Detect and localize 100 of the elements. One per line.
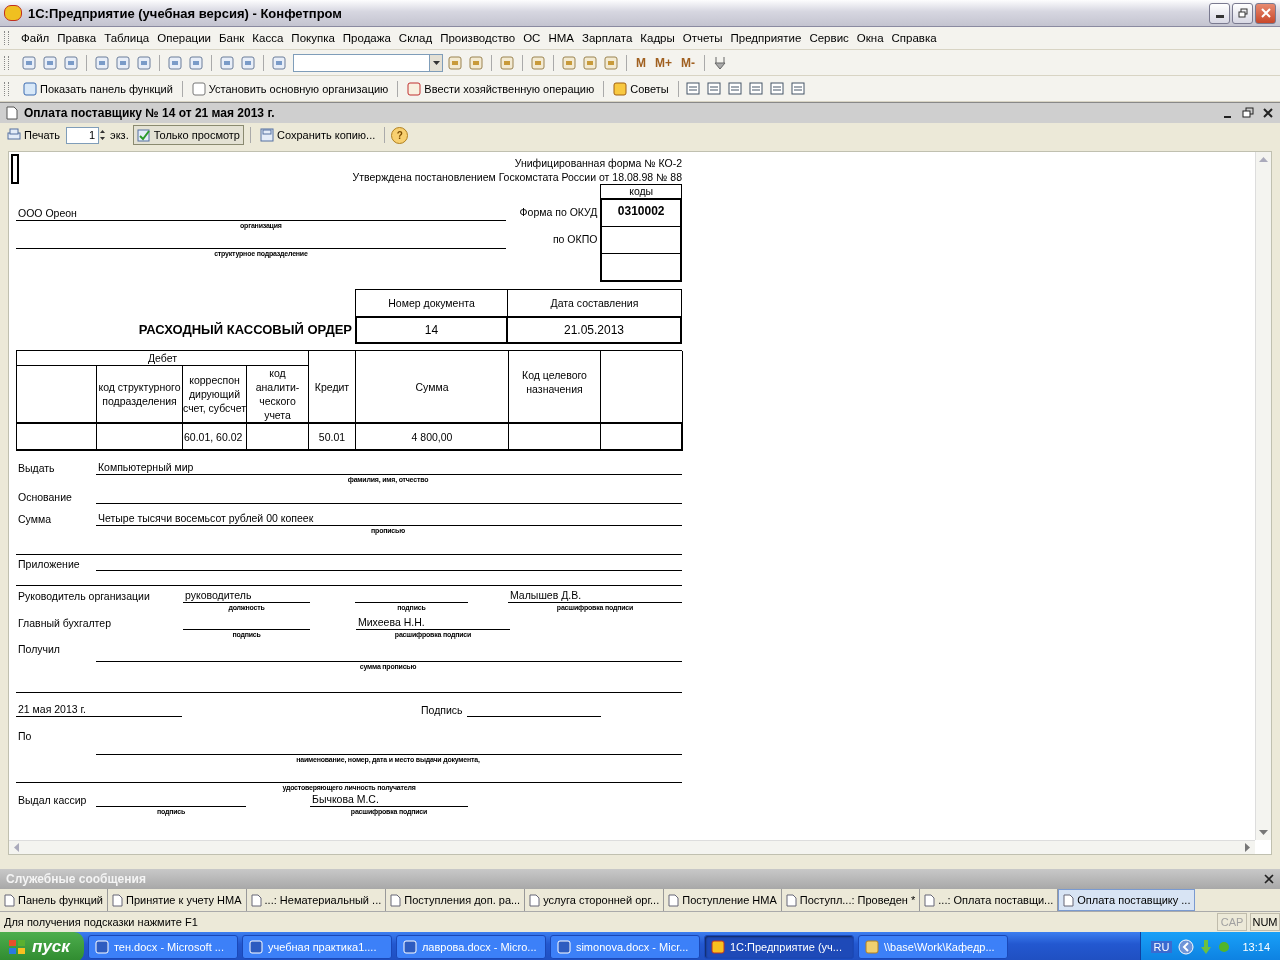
window-title: 1С:Предприятие (учебная версия) - Конфетпром bbox=[28, 5, 343, 21]
menu-item[interactable]: Отчеты bbox=[678, 32, 727, 44]
save-copy-button[interactable]: Сохранить копию... bbox=[257, 126, 379, 144]
key-indicator: CAP bbox=[1217, 913, 1247, 931]
window-tab[interactable]: Поступл...: Проведен * bbox=[781, 889, 921, 911]
menu-item[interactable]: ОС bbox=[519, 32, 545, 44]
table-header-cell: корреспон дирующий счет, субсчет bbox=[183, 366, 247, 423]
field-label: Сумма bbox=[17, 512, 52, 526]
close-icon[interactable] bbox=[1262, 107, 1274, 119]
taskbar-button[interactable]: тен.docx - Microsoft ... bbox=[87, 935, 238, 959]
view-only-toggle[interactable]: Только просмотр bbox=[132, 125, 244, 145]
table-cell: 21.05.2013 bbox=[508, 316, 682, 344]
table-header-cell: Сумма bbox=[356, 351, 509, 423]
close-icon bbox=[1260, 8, 1271, 18]
toolbar-button[interactable]: Ввести хозяйственную операцию bbox=[404, 79, 598, 98]
window-tab[interactable]: Оплата поставщику ... bbox=[1058, 889, 1196, 911]
signer-name: Малышев Д.В. bbox=[508, 589, 682, 603]
field-label: Главный бухгалтер bbox=[17, 616, 112, 630]
clock: 13:14 bbox=[1242, 941, 1270, 953]
field-label: Получил bbox=[17, 642, 61, 656]
menu-item[interactable]: Продажа bbox=[338, 32, 395, 44]
search-field[interactable] bbox=[293, 53, 430, 72]
restore-icon[interactable] bbox=[1242, 107, 1254, 119]
status-dot-icon[interactable] bbox=[1218, 941, 1231, 953]
table-header-cell: код аналити-ческого учета bbox=[247, 366, 309, 423]
table-cell: 14 bbox=[355, 316, 508, 344]
copies-unit: экз. bbox=[110, 129, 129, 141]
grip-icon bbox=[4, 55, 9, 70]
taskbar-button[interactable]: лаврова.docx - Micro... bbox=[395, 935, 546, 959]
close-button[interactable] bbox=[1255, 2, 1276, 24]
menu-item[interactable]: Сервис bbox=[805, 32, 853, 44]
okud-code: 0310002 bbox=[602, 200, 680, 227]
scroll-down-icon[interactable] bbox=[1259, 830, 1268, 836]
toolbar-button[interactable]: Установить основную организацию bbox=[188, 79, 392, 98]
down-arrow-icon[interactable] bbox=[1200, 939, 1213, 955]
table-cell: 4 800,00 bbox=[356, 423, 509, 451]
start-button[interactable]: пуск bbox=[0, 932, 84, 960]
menu-item[interactable]: Предприятие bbox=[726, 32, 806, 44]
language-indicator[interactable]: RU bbox=[1150, 941, 1173, 953]
panel-title: Служебные сообщения bbox=[6, 872, 146, 886]
window-tab[interactable]: Поступление НМА bbox=[664, 889, 782, 911]
print-button[interactable]: Печать bbox=[4, 126, 64, 144]
menu-item[interactable]: Банк bbox=[215, 32, 249, 44]
window-tab[interactable]: Панель функций bbox=[0, 889, 108, 911]
memory-button[interactable]: M bbox=[633, 55, 649, 70]
window-tab[interactable]: Принятие к учету НМА bbox=[107, 889, 247, 911]
codes-header: коды bbox=[600, 184, 682, 198]
menu-item[interactable]: Правка bbox=[53, 32, 101, 44]
menu-item[interactable]: Касса bbox=[248, 32, 288, 44]
table-header-cell: Номер документа bbox=[355, 289, 508, 316]
table-header-cell: Кредит bbox=[309, 351, 356, 423]
chevron-icon[interactable] bbox=[1178, 939, 1195, 955]
menu-item[interactable]: Файл bbox=[17, 32, 54, 44]
scroll-right-icon[interactable] bbox=[1245, 843, 1251, 852]
menu-item[interactable]: Кадры bbox=[636, 32, 679, 44]
window-tab[interactable]: Поступления доп. ра... bbox=[386, 889, 526, 911]
toolbar-button[interactable]: Советы bbox=[610, 79, 672, 98]
minimize-icon bbox=[1215, 15, 1224, 18]
grip-icon bbox=[4, 31, 9, 45]
vertical-scrollbar[interactable] bbox=[1255, 152, 1271, 840]
field-label: Выдал кассир bbox=[17, 793, 88, 807]
close-icon[interactable] bbox=[1264, 874, 1274, 884]
memory-button[interactable]: M+ bbox=[652, 55, 675, 70]
key-indicator: NUM bbox=[1250, 913, 1280, 931]
menu-item[interactable]: Склад bbox=[394, 32, 437, 44]
toolbar-button[interactable]: Показать панель функций bbox=[20, 79, 176, 98]
window-tab[interactable]: ...: Нематериальный ... bbox=[246, 889, 387, 911]
menu-item[interactable]: Справка bbox=[887, 32, 941, 44]
scroll-left-icon[interactable] bbox=[13, 843, 19, 852]
menu-item[interactable]: Производство bbox=[436, 32, 520, 44]
copies-field[interactable]: 1 bbox=[66, 126, 100, 144]
window-tab[interactable]: услуга сторонней орг... bbox=[525, 889, 665, 911]
caret-icon bbox=[432, 60, 440, 65]
form-header-text: Утверждена постановлением Госкомстата России от 18.08.98 № 88 bbox=[351, 170, 682, 184]
table-header-cell: Дата составления bbox=[508, 289, 682, 316]
minimize-button[interactable] bbox=[1209, 2, 1230, 24]
okud-label: Форма по ОКУД bbox=[519, 206, 598, 220]
scroll-up-icon[interactable] bbox=[1259, 156, 1268, 162]
okpo-label: по ОКПО bbox=[552, 233, 598, 245]
restore-button[interactable] bbox=[1232, 2, 1253, 24]
menu-item[interactable]: Окна bbox=[852, 32, 888, 44]
menu-item[interactable]: Покупка bbox=[287, 32, 339, 44]
taskbar-button[interactable]: учебная практика1.... bbox=[241, 935, 392, 959]
horizontal-scrollbar[interactable] bbox=[9, 840, 1255, 854]
restore-icon bbox=[1237, 8, 1248, 18]
menu-item[interactable]: НМА bbox=[544, 32, 578, 44]
amount-in-words: Четыре тысячи восемьсот рублей 00 копеек bbox=[96, 511, 682, 526]
form-header-text: Унифицированная форма № КО-2 bbox=[513, 156, 682, 170]
menu-item[interactable]: Операции bbox=[153, 32, 216, 44]
taskbar-button[interactable]: simonova.docx - Micr... bbox=[549, 935, 700, 959]
organization-name: ООО Ореон bbox=[16, 204, 506, 221]
help-button[interactable]: ? bbox=[391, 126, 409, 144]
taskbar-button[interactable]: \\base\Work\Кафедр... bbox=[857, 935, 1008, 959]
memory-button[interactable]: M- bbox=[678, 55, 698, 70]
menu-item[interactable]: Зарплата bbox=[577, 32, 637, 44]
table-header-cell: Дебет bbox=[17, 351, 309, 366]
taskbar-button[interactable]: 1С:Предприятие (уч... bbox=[703, 935, 854, 959]
menu-item[interactable]: Таблица bbox=[100, 32, 154, 44]
table-cell: 50.01 bbox=[309, 423, 356, 451]
check-icon bbox=[136, 128, 151, 142]
